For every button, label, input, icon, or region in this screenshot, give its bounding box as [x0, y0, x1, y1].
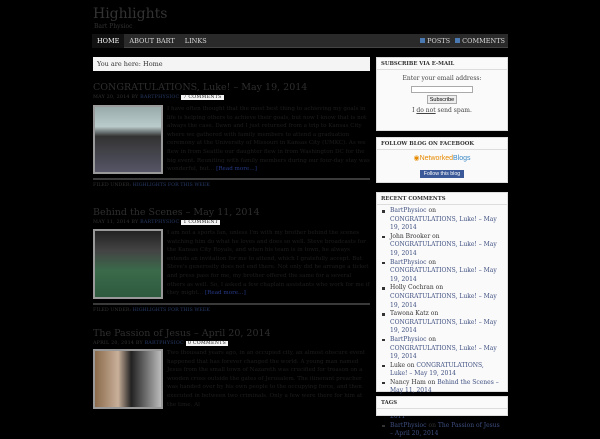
breadcrumb: You are here: Home — [93, 57, 370, 71]
comment-post-link[interactable]: CONGRATULATIONS, Luke! – May 19, 2014 — [390, 293, 497, 309]
email-prompt: Enter your email address: — [402, 75, 482, 82]
widget-heading: FOLLOW BLOG ON FACEBOOK — [377, 138, 507, 150]
comment-author[interactable]: BartPhysioc — [390, 336, 427, 343]
post-comments-link[interactable]: 0 COMMENTS — [185, 341, 229, 346]
comment-author: Holly Cochran — [390, 284, 434, 292]
read-more-link[interactable]: [Read more…] — [205, 290, 246, 296]
on-label: on — [406, 361, 415, 369]
recent-comment-item: BartPhysioc on CONGRATULATIONS, Luke! – … — [381, 207, 503, 233]
divider — [93, 178, 370, 180]
post-excerpt: I have often thought that the most best … — [167, 106, 370, 173]
recent-comment-item: John Brooker on CONGRATULATIONS, Luke! –… — [381, 233, 503, 259]
post-title[interactable]: The Passion of Jesus – April 20, 2014 — [93, 328, 370, 339]
widget-heading: SUBSCRIBE VIA E-MAIL — [377, 58, 507, 70]
on-label: on — [435, 284, 444, 292]
category-link[interactable]: HIGHLIGHTS FOR THIS WEEK — [133, 308, 210, 313]
post: The Passion of Jesus – April 20, 2014 AP… — [93, 328, 370, 409]
divider — [93, 303, 370, 305]
filed-under: FILED UNDER: HIGHLIGHTS FOR THIS WEEK — [93, 183, 210, 188]
comment-author[interactable]: BartPhysioc — [390, 422, 427, 429]
post-thumbnail[interactable] — [93, 229, 163, 299]
filed-under: FILED UNDER: HIGHLIGHTS FOR THIS WEEK — [93, 308, 210, 313]
on-label: on — [428, 258, 436, 266]
on-label: on — [427, 378, 436, 386]
follow-blog-button[interactable]: Follow this blog — [419, 170, 465, 178]
spam-note: I do not send spam. — [412, 107, 472, 114]
comment-post-link[interactable]: CONGRATULATIONS, Luke! – May 19, 2014 — [390, 216, 497, 232]
comment-author: Nancy Ham — [390, 378, 426, 386]
post: CONGRATULATIONS, Luke! – May 19, 2014 MA… — [93, 82, 370, 188]
page: Highlights Bart Physioc HOME ABOUT BART … — [92, 0, 508, 437]
comment-post-link[interactable]: CONGRATULATIONS, Luke! – May 19, 2014 — [390, 345, 497, 361]
comment-author[interactable]: BartPhysioc — [390, 207, 427, 214]
widget-heading: RECENT COMMENTS — [377, 193, 507, 205]
recent-comment-item: Luke on CONGRATULATIONS, Luke! – May 19,… — [381, 362, 503, 379]
email-input[interactable] — [411, 86, 473, 93]
comment-post-link[interactable]: CONGRATULATIONS, Luke! – May 19, 2014 — [390, 319, 497, 335]
recent-comment-item: BartPhysioc on CONGRATULATIONS, Luke! – … — [381, 336, 503, 362]
comment-post-link[interactable]: CONGRATULATIONS, Luke! – May 19, 2014 — [390, 362, 484, 378]
on-label: on — [428, 207, 436, 214]
post-comments-link[interactable]: 7 COMMENTS — [181, 95, 224, 100]
nav-links[interactable]: LINKS — [180, 34, 212, 48]
recent-comment-item: BartPhysioc on CONGRATULATIONS, Luke! – … — [381, 259, 503, 285]
post-meta: MAY 20, 2014 BY BARTPHYSIOC 7 COMMENTS — [93, 95, 224, 100]
post: Behind the Scenes – May 11, 2014 MAY 11,… — [93, 207, 370, 313]
recent-comment-item: Nancy Ham on Behind the Scenes – May 11,… — [381, 379, 503, 396]
post-thumbnail[interactable] — [93, 105, 163, 174]
on-label: on — [428, 335, 436, 343]
read-more-link[interactable]: [Read more…] — [216, 166, 257, 172]
post-author-link[interactable]: BARTPHYSIOC — [140, 220, 179, 225]
comment-author: John Brooker — [390, 232, 431, 240]
category-link[interactable]: HIGHLIGHTS FOR THIS WEEK — [133, 183, 210, 188]
tags-widget: TAGS — [376, 396, 508, 416]
comment-post-link[interactable]: CONGRATULATIONS, Luke! – May 19, 2014 — [390, 267, 497, 283]
post-excerpt: Two thousand years ago, in an occupied c… — [167, 350, 366, 408]
nav-about-bart[interactable]: ABOUT BART — [124, 34, 179, 48]
rss-icon — [455, 38, 461, 43]
subscribe-button[interactable]: Subscribe — [426, 95, 458, 104]
post-meta: APRIL 20, 2014 BY BARTPHYSIOC 0 COMMENTS — [93, 341, 229, 346]
site-title[interactable]: Highlights — [93, 6, 167, 22]
comment-author: Tawona Katz — [390, 310, 429, 318]
posts-feed-link[interactable]: POSTS — [427, 37, 450, 45]
comment-post-link[interactable]: CONGRATULATIONS, Luke! – May 19, 2014 — [390, 241, 497, 257]
main-nav: HOME ABOUT BART LINKS POSTS COMMENTS — [92, 34, 508, 48]
post-author-link[interactable]: BARTPHYSIOC — [145, 341, 184, 346]
post-comments-link[interactable]: 1 COMMENT — [181, 220, 221, 225]
site-description: Bart Physioc — [94, 23, 133, 30]
networkedblogs-logo[interactable]: ◉NetworkedBlogs — [377, 154, 507, 162]
comments-feed-link[interactable]: COMMENTS — [462, 37, 505, 45]
nav-home[interactable]: HOME — [92, 34, 125, 48]
on-label: on — [432, 232, 440, 240]
recent-comment-item: Tawona Katz on CONGRATULATIONS, Luke! – … — [381, 310, 503, 336]
recent-comment-item: BartPhysioc on The Passion of Jesus – Ap… — [381, 422, 503, 439]
comment-author: Luke — [390, 361, 406, 369]
comment-author[interactable]: BartPhysioc — [390, 259, 427, 266]
widget-heading: TAGS — [377, 397, 507, 409]
on-label: on — [428, 421, 436, 429]
post-title[interactable]: CONGRATULATIONS, Luke! – May 19, 2014 — [93, 82, 370, 93]
on-label: on — [430, 310, 439, 318]
rss-icon — [420, 38, 426, 43]
post-excerpt: I am not a sports fan, unless I'm with m… — [167, 230, 370, 297]
post-meta: MAY 11, 2014 BY BARTPHYSIOC 1 COMMENT — [93, 220, 221, 225]
post-thumbnail[interactable] — [93, 349, 163, 409]
facebook-widget: FOLLOW BLOG ON FACEBOOK ◉NetworkedBlogs … — [376, 137, 508, 183]
subscribe-widget: SUBSCRIBE VIA E-MAIL Enter your email ad… — [376, 57, 508, 131]
post-author-link[interactable]: BARTPHYSIOC — [140, 95, 179, 100]
recent-comment-item: Holly Cochran on CONGRATULATIONS, Luke! … — [381, 284, 503, 310]
recent-comments-widget: RECENT COMMENTS BartPhysioc on CONGRATUL… — [376, 192, 508, 437]
post-title[interactable]: Behind the Scenes – May 11, 2014 — [93, 207, 370, 218]
